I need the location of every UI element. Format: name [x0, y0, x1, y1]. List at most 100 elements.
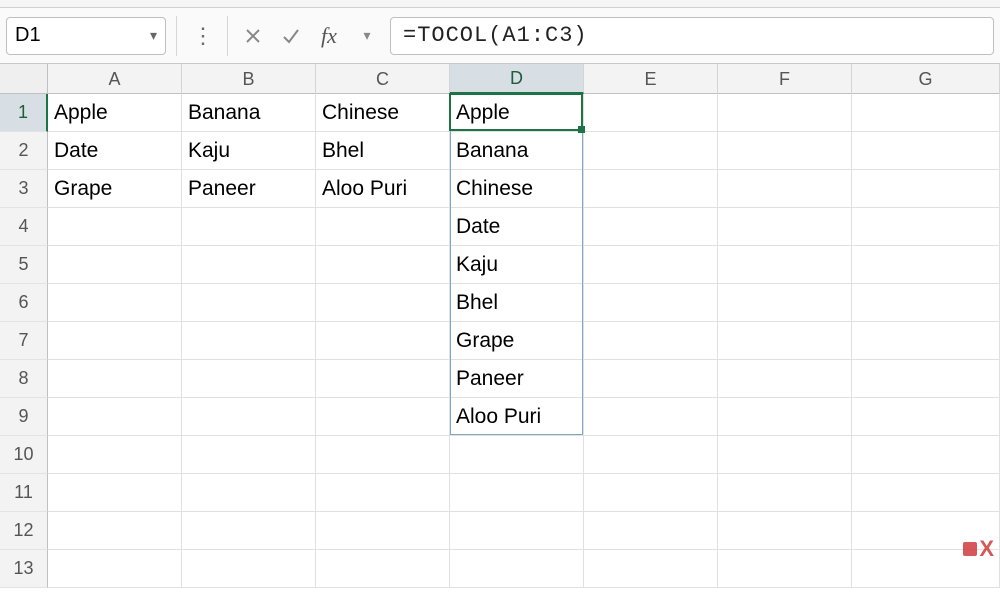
row-header-13[interactable]: 13 [0, 550, 48, 588]
cell-G6[interactable] [852, 284, 1000, 322]
cell-G4[interactable] [852, 208, 1000, 246]
cell-D3[interactable]: Chinese [450, 170, 584, 208]
column-header-G[interactable]: G [852, 64, 1000, 94]
fx-icon[interactable]: fx [314, 17, 344, 55]
cell-E3[interactable] [584, 170, 718, 208]
name-box[interactable]: D1 ▾ [6, 17, 166, 55]
cell-B7[interactable] [182, 322, 316, 360]
cell-D6[interactable]: Bhel [450, 284, 584, 322]
cell-E1[interactable] [584, 94, 718, 132]
cell-A1[interactable]: Apple [48, 94, 182, 132]
cell-F6[interactable] [718, 284, 852, 322]
cell-C9[interactable] [316, 398, 450, 436]
cell-C8[interactable] [316, 360, 450, 398]
cell-A2[interactable]: Date [48, 132, 182, 170]
cell-F3[interactable] [718, 170, 852, 208]
formula-input[interactable]: =TOCOL(A1:C3) [390, 17, 994, 55]
cell-G7[interactable] [852, 322, 1000, 360]
cell-B1[interactable]: Banana [182, 94, 316, 132]
cell-D10[interactable] [450, 436, 584, 474]
cell-D7[interactable]: Grape [450, 322, 584, 360]
cell-A5[interactable] [48, 246, 182, 284]
cell-E12[interactable] [584, 512, 718, 550]
column-header-D[interactable]: D [450, 64, 584, 94]
cell-A13[interactable] [48, 550, 182, 588]
cell-F12[interactable] [718, 512, 852, 550]
cell-B8[interactable] [182, 360, 316, 398]
cell-B10[interactable] [182, 436, 316, 474]
cell-F5[interactable] [718, 246, 852, 284]
cell-F8[interactable] [718, 360, 852, 398]
cell-D12[interactable] [450, 512, 584, 550]
cell-F1[interactable] [718, 94, 852, 132]
cell-C13[interactable] [316, 550, 450, 588]
cell-E5[interactable] [584, 246, 718, 284]
row-header-10[interactable]: 10 [0, 436, 48, 474]
cell-G3[interactable] [852, 170, 1000, 208]
cell-C11[interactable] [316, 474, 450, 512]
enter-icon[interactable] [276, 17, 306, 55]
row-header-12[interactable]: 12 [0, 512, 48, 550]
cell-A3[interactable]: Grape [48, 170, 182, 208]
cell-G10[interactable] [852, 436, 1000, 474]
cell-E13[interactable] [584, 550, 718, 588]
cell-A8[interactable] [48, 360, 182, 398]
column-header-C[interactable]: C [316, 64, 450, 94]
cell-C10[interactable] [316, 436, 450, 474]
cell-E4[interactable] [584, 208, 718, 246]
row-header-3[interactable]: 3 [0, 170, 48, 208]
cell-C12[interactable] [316, 512, 450, 550]
cell-B6[interactable] [182, 284, 316, 322]
cell-A7[interactable] [48, 322, 182, 360]
cell-F2[interactable] [718, 132, 852, 170]
row-header-1[interactable]: 1 [0, 94, 48, 132]
cell-E11[interactable] [584, 474, 718, 512]
cell-E7[interactable] [584, 322, 718, 360]
cell-F7[interactable] [718, 322, 852, 360]
column-header-E[interactable]: E [584, 64, 718, 94]
cell-E8[interactable] [584, 360, 718, 398]
cell-G9[interactable] [852, 398, 1000, 436]
row-header-11[interactable]: 11 [0, 474, 48, 512]
row-header-8[interactable]: 8 [0, 360, 48, 398]
cell-E2[interactable] [584, 132, 718, 170]
cell-D1[interactable]: Apple [450, 94, 584, 132]
cell-C2[interactable]: Bhel [316, 132, 450, 170]
cell-F11[interactable] [718, 474, 852, 512]
cell-B13[interactable] [182, 550, 316, 588]
cell-A4[interactable] [48, 208, 182, 246]
row-header-4[interactable]: 4 [0, 208, 48, 246]
select-all-corner[interactable] [0, 64, 48, 94]
cell-C4[interactable] [316, 208, 450, 246]
cancel-icon[interactable] [238, 17, 268, 55]
cell-A12[interactable] [48, 512, 182, 550]
cell-C3[interactable]: Aloo Puri [316, 170, 450, 208]
cell-E6[interactable] [584, 284, 718, 322]
cell-F10[interactable] [718, 436, 852, 474]
cell-B12[interactable] [182, 512, 316, 550]
cell-D13[interactable] [450, 550, 584, 588]
cell-B9[interactable] [182, 398, 316, 436]
cell-B4[interactable] [182, 208, 316, 246]
column-header-A[interactable]: A [48, 64, 182, 94]
cell-B11[interactable] [182, 474, 316, 512]
cell-C1[interactable]: Chinese [316, 94, 450, 132]
column-header-F[interactable]: F [718, 64, 852, 94]
cell-A11[interactable] [48, 474, 182, 512]
cell-B3[interactable]: Paneer [182, 170, 316, 208]
cell-C5[interactable] [316, 246, 450, 284]
cell-D2[interactable]: Banana [450, 132, 584, 170]
cell-A6[interactable] [48, 284, 182, 322]
cell-G8[interactable] [852, 360, 1000, 398]
cell-B2[interactable]: Kaju [182, 132, 316, 170]
chevron-down-icon[interactable]: ▾ [150, 27, 157, 44]
cell-F9[interactable] [718, 398, 852, 436]
row-header-2[interactable]: 2 [0, 132, 48, 170]
row-header-9[interactable]: 9 [0, 398, 48, 436]
cell-G5[interactable] [852, 246, 1000, 284]
more-icon[interactable]: ⋮ [187, 17, 217, 55]
cell-E9[interactable] [584, 398, 718, 436]
cell-B5[interactable] [182, 246, 316, 284]
cell-grid[interactable]: AppleBananaChineseAppleDateKajuBhelBanan… [48, 94, 1000, 588]
column-header-B[interactable]: B [182, 64, 316, 94]
